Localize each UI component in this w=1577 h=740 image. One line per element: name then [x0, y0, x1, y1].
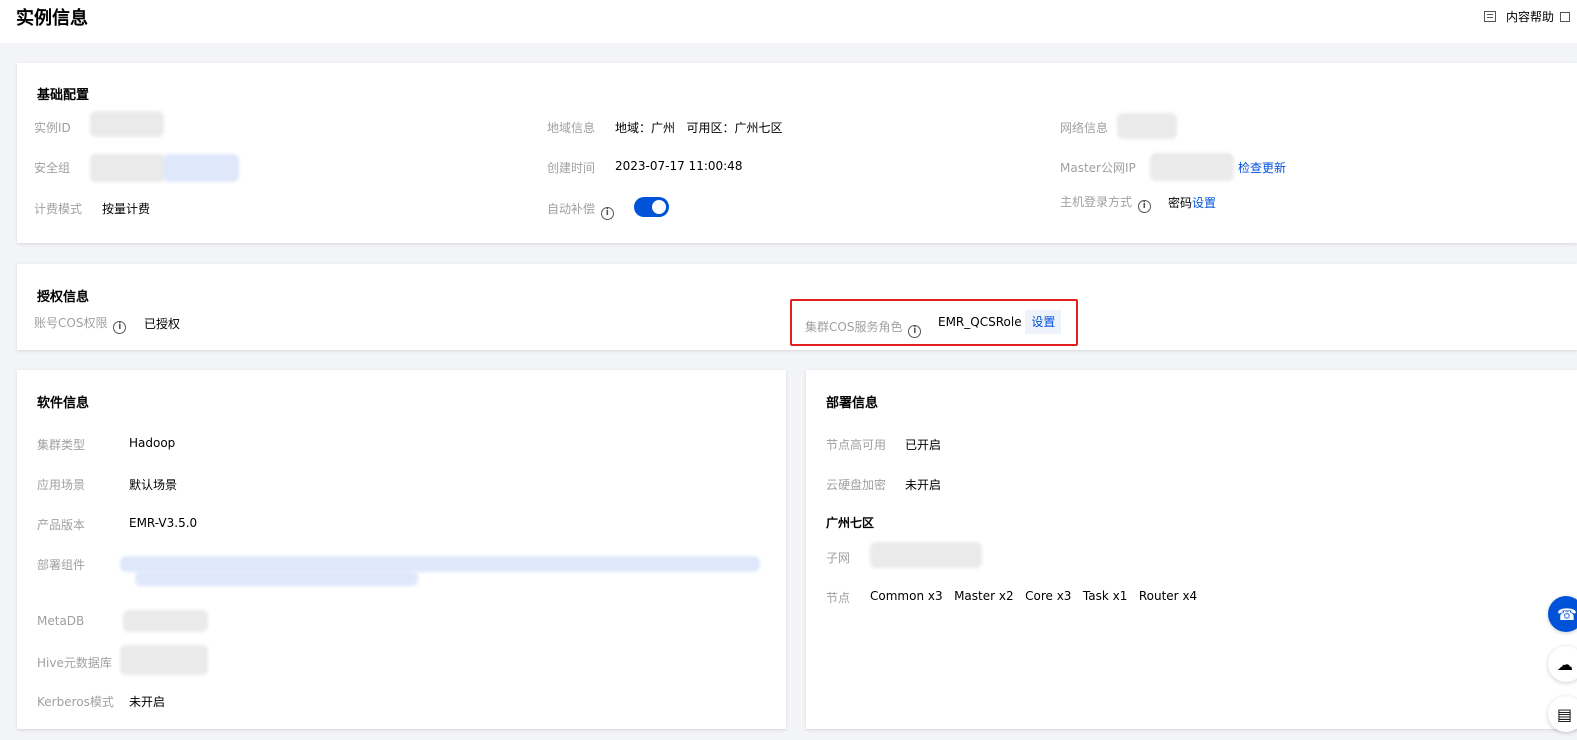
hive-metastore-label: Hive元数据库 [37, 656, 112, 670]
nodes-list: Common x3 Master x2 Core x3 Task x1 Rout… [870, 589, 1197, 603]
region-label: 地域信息 [547, 121, 596, 135]
login-method-text: 密码 [1168, 196, 1193, 210]
master-ip-label: Master公网IP [1060, 161, 1136, 175]
external-link-icon [1560, 11, 1571, 22]
kerberos-value: 未开启 [129, 695, 166, 709]
billing-value: 按量计费 [102, 202, 151, 216]
network-value-redacted [1117, 113, 1177, 139]
content-help-label: 内容帮助 [1506, 10, 1555, 24]
login-method-label-text: 主机登录方式 [1060, 195, 1133, 209]
headset-icon[interactable]: ☎ [1548, 596, 1577, 632]
cos-perm-label: 账号COS权限 i [34, 314, 127, 334]
auto-renew-label-text: 自动补偿 [547, 202, 596, 216]
components-label: 部署组件 [37, 558, 86, 572]
cluster-type-label: 集群类型 [37, 438, 86, 452]
disk-encrypt-label: 云硬盘加密 [826, 478, 887, 492]
ha-label: 节点高可用 [826, 438, 887, 452]
cos-perm-label-text: 账号COS权限 [34, 316, 108, 330]
cluster-type-value: Hadoop [129, 436, 176, 450]
deploy-card: 部署信息 节点高可用 已开启 云硬盘加密 未开启 广州七区 子网 节点 Comm… [806, 370, 1577, 729]
instance-id-value-redacted [90, 111, 164, 137]
check-update-link[interactable]: 检查更新 [1238, 159, 1286, 176]
kerberos-label: Kerberos模式 [37, 695, 114, 709]
instance-id-label: 实例ID [34, 121, 71, 135]
components-value-redacted-line2 [135, 571, 418, 586]
security-group-label: 安全组 [34, 161, 71, 175]
security-group-link-redacted[interactable] [163, 154, 239, 182]
highlight-box [790, 299, 1078, 346]
node-item: Master x2 [954, 589, 1014, 603]
content-help-link[interactable]: 内容帮助 [1484, 8, 1571, 25]
deploy-title: 部署信息 [826, 396, 879, 411]
info-icon[interactable]: i [600, 207, 614, 220]
cloud-icon[interactable]: ☁ [1548, 646, 1577, 682]
node-item: Core x3 [1025, 589, 1072, 603]
info-icon[interactable]: i [113, 321, 127, 334]
security-group-redacted [90, 154, 166, 182]
metadb-value-redacted [123, 610, 208, 632]
subnet-value-redacted [870, 542, 982, 568]
toggle-knob [652, 200, 666, 214]
node-item: Router x4 [1138, 589, 1198, 603]
page-title: 实例信息 [16, 8, 88, 29]
components-value-redacted [120, 556, 760, 572]
subnet-label: 子网 [826, 551, 851, 565]
master-ip-redacted [1150, 153, 1234, 181]
zone-title: 广州七区 [826, 516, 875, 530]
region-value: 地域：广州 可用区：广州七区 [615, 121, 783, 135]
created-value: 2023-07-17 11:00:48 [615, 159, 743, 173]
hive-metastore-redacted [120, 645, 208, 675]
auto-renew-toggle[interactable] [634, 197, 669, 217]
version-value: EMR-V3.5.0 [129, 516, 198, 530]
cos-perm-value: 已授权 [144, 317, 181, 331]
version-label: 产品版本 [37, 518, 86, 532]
book-icon[interactable]: ▤ [1548, 696, 1577, 732]
auto-renew-label: 自动补偿 i [547, 200, 614, 220]
info-icon[interactable]: i [1137, 200, 1151, 213]
login-set-link[interactable]: 设置 [1192, 196, 1216, 210]
node-item: Task x1 [1082, 589, 1128, 603]
software-title: 软件信息 [37, 396, 90, 411]
ha-value: 已开启 [905, 438, 942, 452]
scene-label: 应用场景 [37, 478, 86, 492]
billing-label: 计费模式 [34, 202, 83, 216]
metadb-label: MetaDB [37, 614, 85, 628]
nodes-label: 节点 [826, 591, 851, 605]
node-item: Common x3 [870, 589, 943, 603]
login-method-value: 密码设置 [1168, 194, 1216, 211]
auth-title: 授权信息 [37, 290, 90, 305]
basic-config-card: 基础配置 实例ID 安全组 计费模式 按量计费 地域信息 地域：广州 可用区：广… [17, 63, 1577, 243]
document-icon [1484, 11, 1496, 22]
login-method-label: 主机登录方式 i [1060, 193, 1151, 213]
created-label: 创建时间 [547, 161, 596, 175]
scene-value: 默认场景 [129, 478, 178, 492]
network-label: 网络信息 [1060, 121, 1109, 135]
disk-encrypt-value: 未开启 [905, 478, 942, 492]
software-card: 软件信息 集群类型 Hadoop 应用场景 默认场景 产品版本 EMR-V3.5… [17, 370, 786, 729]
top-bar: 实例信息 内容帮助 [0, 0, 1577, 43]
basic-config-title: 基础配置 [37, 88, 90, 103]
